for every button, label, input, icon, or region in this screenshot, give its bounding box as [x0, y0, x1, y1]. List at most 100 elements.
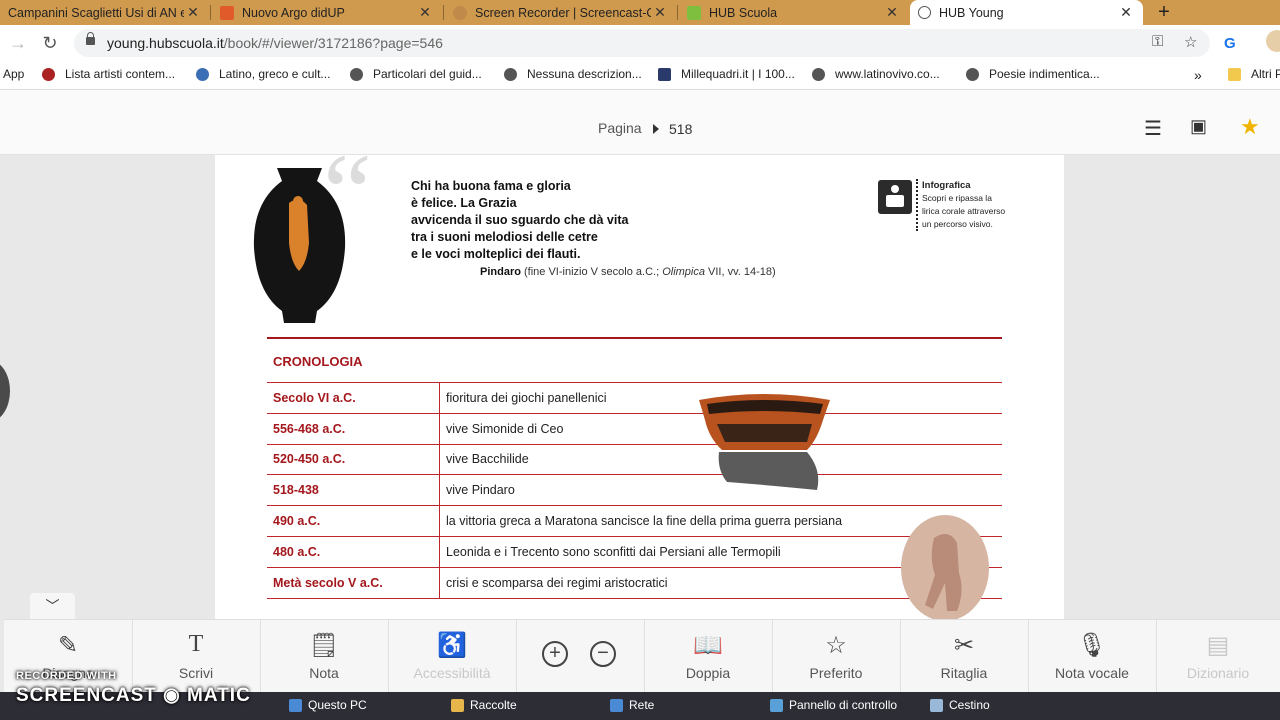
side-drawer-handle[interactable] — [0, 360, 10, 422]
bookmark-apps[interactable]: App — [3, 67, 24, 81]
bookmark-label: Latino, greco e cult... — [219, 67, 331, 81]
network-icon — [610, 698, 623, 712]
note-tool-button[interactable]: 🗒 Nota — [260, 620, 389, 693]
close-icon[interactable]: ✕ — [651, 4, 669, 21]
tab-1[interactable]: Campanini Scaglietti Usi di AN e ✕ — [0, 0, 210, 25]
collapse-toolbar-button[interactable]: ﹀ — [30, 593, 75, 619]
tab-2[interactable]: Nuovo Argo didUP ✕ — [212, 0, 442, 25]
tab-3[interactable]: Screen Recorder | Screencast-O ✕ — [445, 0, 677, 25]
taskbar-item[interactable]: Pannello di controllo — [770, 698, 897, 712]
screencast-watermark: RECORDED WITH SCREENCAST ◉ MATIC — [16, 670, 251, 706]
pindar-quote: Chi ha buona fama e gloria è felice. La … — [411, 178, 628, 263]
tab-title: Nuovo Argo didUP — [242, 5, 345, 20]
back-arrow-icon[interactable]: → — [6, 31, 30, 55]
bookmark-item[interactable]: Nessuna descrizion... — [504, 67, 642, 81]
infographic-link[interactable]: Infografica Scopri e ripassa la lirica c… — [916, 179, 1005, 231]
reload-icon[interactable]: ↻ — [38, 31, 62, 55]
close-icon[interactable]: ✕ — [184, 4, 202, 21]
book-icon: 📖 — [693, 632, 723, 659]
address-bar[interactable]: young.hubscuola.it/book/#/viewer/3172186… — [74, 29, 1210, 57]
chronology-date: 480 a.C. — [267, 535, 440, 568]
bookmark-item[interactable]: Poesie indimentica... — [966, 67, 1100, 81]
index-list-icon[interactable]: ☰ — [1144, 116, 1162, 141]
taskbar-item[interactable]: Questo PC — [289, 698, 367, 712]
bookmark-star-icon[interactable]: ☆ — [1184, 33, 1197, 51]
scissors-icon: ✂ — [953, 632, 975, 659]
tab-title: Screen Recorder | Screencast-O — [475, 5, 651, 20]
bookmark-folder[interactable]: Altri P — [1228, 67, 1280, 81]
extension-icon[interactable]: G — [1224, 35, 1236, 52]
table-row: 490 a.C. la vittoria greca a Maratona san… — [267, 505, 1002, 537]
tool-label: Nota — [309, 665, 339, 681]
bookmark-item[interactable]: Particolari del guid... — [350, 67, 482, 81]
key-icon[interactable]: ⚿ — [1152, 33, 1163, 50]
url-text[interactable]: young.hubscuola.it/book/#/viewer/3172186… — [107, 35, 443, 51]
taskbar-item[interactable]: Raccolte — [451, 698, 517, 712]
bookmark-item[interactable]: Lista artisti contem... — [42, 67, 175, 81]
new-tab-button[interactable]: + — [1152, 0, 1176, 25]
zoom-in-icon[interactable]: + — [542, 641, 568, 667]
address-toolbar: → ↻ young.hubscuola.it/book/#/viewer/317… — [0, 25, 1280, 61]
infographic-line: un percorso visivo. — [922, 219, 993, 229]
quote-line: tra i suoni melodiosi delle cetre — [411, 230, 598, 244]
taskbar-item[interactable]: Cestino — [930, 698, 990, 712]
globe-icon — [966, 67, 979, 81]
globe-icon — [918, 6, 931, 19]
zoom-controls: + − — [516, 620, 645, 693]
page-arrow-icon[interactable] — [653, 124, 659, 134]
globe-icon — [812, 67, 825, 81]
taskbar-label: Pannello di controllo — [789, 698, 898, 712]
favorite-button[interactable]: ☆ Preferito — [772, 620, 901, 693]
media-icon[interactable]: ▣ — [1190, 116, 1207, 137]
tool-label: Ritaglia — [940, 665, 988, 681]
chronology-date: 556-468 a.C. — [267, 412, 440, 445]
dictionary-button[interactable]: ▤ Dizionario — [1156, 620, 1280, 693]
tab-5-active[interactable]: HUB Young ✕ — [910, 0, 1143, 25]
page-number[interactable]: 518 — [669, 121, 692, 137]
bookmarks-overflow-button[interactable]: » — [1194, 67, 1202, 83]
recycle-bin-icon — [930, 698, 943, 712]
close-icon[interactable]: ✕ — [416, 4, 434, 21]
chronology-date: Metà secolo V a.C. — [267, 566, 440, 599]
tool-label: Doppia — [685, 665, 731, 681]
tab-4[interactable]: HUB Scuola ✕ — [679, 0, 909, 25]
chronology-date: 490 a.C. — [267, 505, 440, 537]
quote-line: Chi ha buona fama e gloria — [411, 179, 571, 193]
taskbar-item[interactable]: Rete — [610, 698, 654, 712]
double-page-button[interactable]: 📖 Doppia — [644, 620, 773, 693]
bookmark-item[interactable]: Millequadri.it | I 100... — [658, 67, 795, 81]
tab-title: HUB Scuola — [709, 5, 778, 20]
greek-kylix-image — [699, 394, 830, 490]
close-icon[interactable]: ✕ — [883, 4, 901, 21]
tab-divider — [677, 5, 678, 20]
url-path: /book/#/viewer/3172186?page=546 — [223, 35, 443, 51]
voice-note-button[interactable]: 🎙 Nota vocale — [1028, 620, 1157, 693]
screencast-favicon-icon — [453, 5, 467, 20]
folder-icon — [451, 698, 464, 712]
favorite-star-icon[interactable]: ★ — [1240, 114, 1260, 140]
bookmark-label: Nessuna descrizion... — [527, 67, 642, 81]
table-row: 518-438 vive Pindaro — [267, 474, 1002, 506]
tab-divider — [443, 5, 444, 20]
bookmark-item[interactable]: www.latinovivo.co... — [812, 67, 940, 81]
text-icon: T — [188, 631, 204, 657]
browser-tab-strip: Campanini Scaglietti Usi di AN e ✕ Nuovo… — [0, 0, 1280, 25]
crop-tool-button[interactable]: ✂ Ritaglia — [900, 620, 1029, 693]
globe-icon — [196, 67, 209, 81]
computer-icon — [289, 698, 302, 712]
quote-line: avvicenda il suo sguardo che dà vita — [411, 213, 629, 227]
dictionary-icon: ▤ — [1206, 632, 1230, 659]
bookmark-label: Particolari del guid... — [373, 67, 482, 81]
viewer-header: Pagina 518 ☰ ▣ ★ — [0, 90, 1280, 155]
accessibility-tool-button[interactable]: ♿ Accessibilità — [388, 620, 517, 693]
url-host: young.hubscuola.it — [107, 35, 224, 51]
zoom-out-icon[interactable]: − — [590, 641, 616, 667]
infographic-icon[interactable] — [878, 180, 912, 214]
bookmark-item[interactable]: Latino, greco e cult... — [196, 67, 330, 81]
table-row: 556-468 a.C. vive Simonide di Ceo — [267, 412, 1002, 445]
close-icon[interactable]: ✕ — [1117, 4, 1135, 21]
quote-line: e le voci molteplici dei flauti. — [411, 247, 581, 261]
bookmark-label: www.latinovivo.co... — [835, 67, 940, 81]
quote-work: Olimpica — [662, 266, 705, 278]
tool-label: Dizionario — [1186, 665, 1250, 681]
